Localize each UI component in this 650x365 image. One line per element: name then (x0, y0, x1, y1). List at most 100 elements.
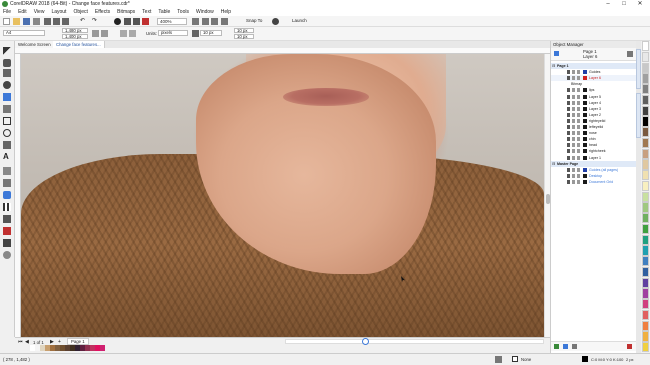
layer-color-swatch[interactable] (583, 76, 587, 81)
rectangle-tool-icon[interactable] (3, 117, 11, 125)
shape-tool-icon[interactable] (3, 59, 11, 67)
color-swatch[interactable] (642, 127, 649, 138)
menu-window[interactable]: Window (196, 9, 214, 16)
horizontal-scrollbar[interactable] (285, 339, 544, 344)
layer-color-swatch[interactable] (583, 155, 587, 160)
menu-layout[interactable]: Layout (51, 9, 66, 16)
palette-swatch[interactable] (100, 345, 105, 351)
layer-color-swatch[interactable] (583, 143, 587, 148)
eye-icon[interactable] (567, 70, 570, 75)
color-swatch[interactable] (642, 105, 649, 116)
lock-icon[interactable] (577, 112, 580, 117)
color-swatch[interactable] (642, 51, 649, 62)
duplicate-x-input[interactable]: 10 px (234, 28, 254, 33)
snap-to-dropdown[interactable]: Snap To (244, 18, 270, 25)
zoom-slider-knob[interactable] (362, 338, 369, 345)
eye-icon[interactable] (567, 94, 570, 99)
color-swatch[interactable] (642, 309, 649, 321)
print-toggle-icon[interactable] (572, 167, 575, 172)
layer-color-swatch[interactable] (583, 167, 587, 172)
publish-pdf-icon[interactable] (142, 18, 149, 25)
all-pages-icon[interactable] (120, 30, 127, 37)
color-swatch[interactable] (642, 213, 649, 224)
print-toggle-icon[interactable] (572, 125, 575, 129)
color-swatch[interactable] (642, 202, 649, 213)
crop-tool-icon[interactable] (3, 69, 11, 77)
print-toggle-icon[interactable] (572, 76, 575, 81)
print-toggle-icon[interactable] (572, 137, 575, 142)
cut-icon[interactable] (44, 18, 51, 25)
color-swatch[interactable] (642, 342, 649, 353)
lock-icon[interactable] (577, 179, 580, 184)
layer-color-swatch[interactable] (583, 70, 587, 75)
new-master-layer-all-icon[interactable] (572, 344, 577, 349)
panel-options-icon[interactable] (627, 51, 633, 57)
print-toggle-icon[interactable] (572, 118, 575, 123)
eye-icon[interactable] (567, 167, 570, 172)
paste-icon[interactable] (62, 18, 69, 25)
smart-fill-icon[interactable] (3, 239, 11, 247)
layer-color-swatch[interactable] (583, 118, 587, 123)
landscape-icon[interactable] (101, 30, 108, 37)
freehand-tool-icon[interactable] (3, 93, 11, 101)
new-document-icon[interactable] (3, 18, 10, 25)
eye-icon[interactable] (567, 179, 570, 184)
print-icon[interactable] (33, 18, 40, 25)
color-swatch[interactable] (642, 191, 649, 202)
polygon-tool-icon[interactable] (3, 141, 11, 149)
print-toggle-icon[interactable] (572, 112, 575, 117)
duplicate-y-input[interactable]: 10 px (234, 34, 254, 39)
layer-color-swatch[interactable] (583, 131, 587, 136)
color-swatch[interactable] (642, 84, 649, 95)
launch-dropdown[interactable]: Launch (290, 18, 316, 25)
open-folder-icon[interactable] (13, 18, 20, 25)
portrait-icon[interactable] (92, 30, 99, 37)
layer-color-swatch[interactable] (583, 112, 587, 117)
color-swatch[interactable] (642, 245, 649, 256)
color-swatch[interactable] (642, 299, 649, 310)
nudge-distance-input[interactable]: 10 px (200, 30, 222, 36)
outline-color-swatch[interactable] (582, 356, 588, 362)
lock-icon[interactable] (577, 125, 580, 129)
menu-bitmaps[interactable]: Bitmaps (117, 9, 135, 16)
maximize-button[interactable]: □ (616, 0, 632, 9)
layer-color-swatch[interactable] (583, 173, 587, 178)
close-button[interactable]: ✕ (632, 0, 648, 9)
fill-none-swatch[interactable] (512, 356, 518, 362)
page-width-input[interactable]: 1,480 px (62, 28, 88, 33)
layer-color-swatch[interactable] (583, 88, 587, 93)
collapse-icon[interactable]: ⊟ (552, 161, 555, 167)
color-swatch[interactable] (642, 331, 649, 342)
show-rulers-icon[interactable] (202, 18, 209, 25)
eye-icon[interactable] (567, 112, 570, 117)
pick-tool-icon[interactable] (3, 47, 11, 55)
page-size-select[interactable]: A4 (3, 30, 45, 36)
new-master-layer-icon[interactable] (563, 344, 568, 349)
layer-color-swatch[interactable] (583, 106, 587, 111)
show-grid-icon[interactable] (211, 18, 218, 25)
delete-icon[interactable] (627, 344, 632, 349)
print-toggle-icon[interactable] (572, 106, 575, 111)
color-swatch[interactable] (642, 94, 649, 106)
lock-icon[interactable] (577, 94, 580, 99)
print-toggle-icon[interactable] (572, 173, 575, 178)
export-icon[interactable] (133, 18, 140, 25)
color-swatch[interactable] (642, 266, 649, 278)
color-swatch[interactable] (642, 116, 649, 127)
master-layer-row[interactable]: Document Grid (551, 179, 637, 185)
first-page-icon[interactable]: ⏮ (18, 339, 23, 345)
lock-icon[interactable] (577, 143, 580, 148)
interactive-fill-icon[interactable] (3, 227, 11, 235)
menu-view[interactable]: View (34, 9, 45, 16)
lock-icon[interactable] (577, 76, 580, 81)
menu-tools[interactable]: Tools (177, 9, 189, 16)
tab-welcome-screen[interactable]: Welcome Screen (15, 41, 55, 48)
eye-icon[interactable] (567, 76, 570, 81)
color-swatch[interactable] (642, 320, 649, 331)
minimize-button[interactable]: – (600, 0, 616, 9)
current-page-icon[interactable] (129, 30, 136, 37)
search-content-icon[interactable] (114, 18, 121, 25)
eye-icon[interactable] (567, 137, 570, 142)
tab-change-face-features[interactable]: Change face features... (53, 41, 105, 48)
options-gear-icon[interactable] (272, 18, 279, 25)
